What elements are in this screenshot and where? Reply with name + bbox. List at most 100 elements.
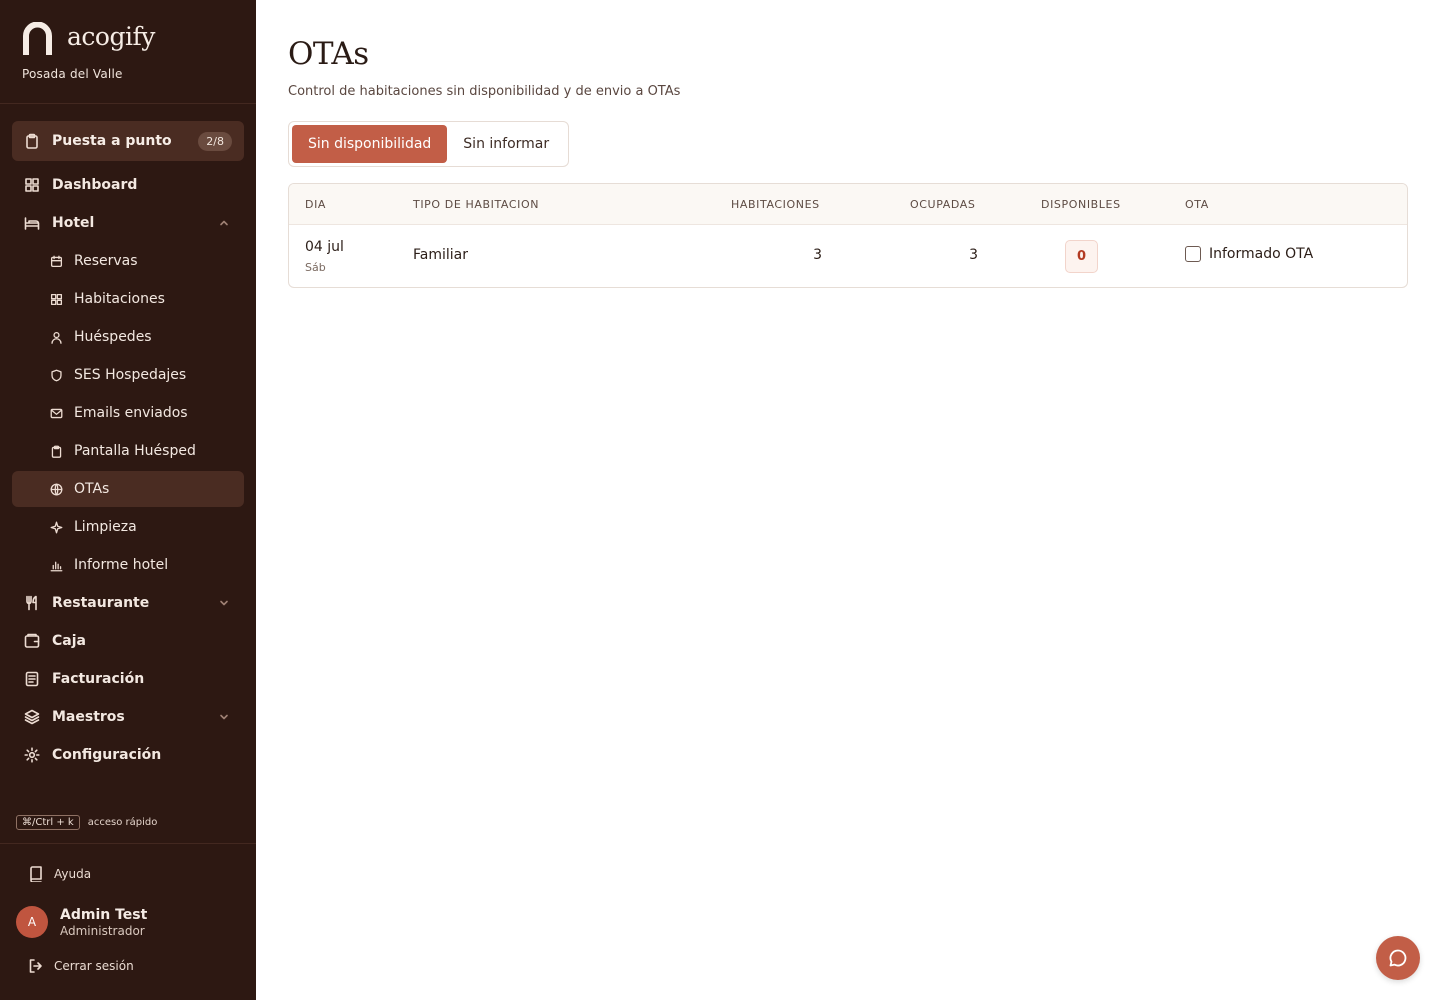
table-row: 04 jul Sáb Familiar 3 3 0 Informado OTA <box>289 225 1407 287</box>
nav-dashboard-label: Dashboard <box>52 177 138 193</box>
user-profile[interactable]: A Admin Test Administrador <box>16 906 147 938</box>
nav-configuracion-label: Configuración <box>52 747 162 763</box>
col-ota: OTA <box>1185 198 1209 211</box>
sidebar: acogify Posada del Valle Puesta a punto … <box>0 0 256 1000</box>
nav-facturacion[interactable]: Facturación <box>12 661 244 697</box>
tab-sin-disponibilidad[interactable]: Sin disponibilidad <box>292 125 448 163</box>
help-link[interactable]: Ayuda <box>28 866 91 882</box>
nav-huespedes[interactable]: Huéspedes <box>12 319 244 355</box>
nav-hotel-label: Hotel <box>52 215 95 231</box>
col-ocupadas: OCUPADAS <box>910 198 976 211</box>
setup-badge: 2/8 <box>198 131 232 151</box>
nav-otas-label: OTAs <box>74 481 110 497</box>
nav-otas[interactable]: OTAs <box>12 471 244 507</box>
chat-button[interactable] <box>1376 936 1420 980</box>
calendar-icon <box>48 253 64 269</box>
help-label: Ayuda <box>54 867 92 881</box>
chevron-down-icon[interactable] <box>216 709 232 725</box>
ota-informed-checkbox[interactable]: Informado OTA <box>1185 246 1313 262</box>
nav-configuracion[interactable]: Configuración <box>12 737 244 773</box>
user-name: Admin Test <box>60 906 148 923</box>
main-content: OTAs Control de habitaciones sin disponi… <box>288 36 1408 288</box>
col-habitaciones: HABITACIONES <box>731 198 820 211</box>
avatar: A <box>16 906 48 938</box>
nav-hotel[interactable]: Hotel <box>12 205 244 241</box>
row-day: 04 jul <box>305 239 344 255</box>
row-rooms: 3 <box>813 247 822 263</box>
chevron-down-icon[interactable] <box>216 595 232 611</box>
nav-emails-enviados[interactable]: Emails enviados <box>12 395 244 431</box>
shortcut-label: acceso rápido <box>87 817 158 828</box>
tab-sin-informar[interactable]: Sin informar <box>447 125 565 163</box>
main-nav: Puesta a punto 2/8 Dashboard Hotel Reser… <box>12 121 244 775</box>
nav-reservas[interactable]: Reservas <box>12 243 244 279</box>
logo[interactable]: acogify <box>22 22 256 55</box>
mail-icon <box>48 405 64 421</box>
row-weekday: Sáb <box>305 261 326 274</box>
nav-informe-hotel[interactable]: Informe hotel <box>12 547 244 583</box>
nav-maestros-label: Maestros <box>52 709 125 725</box>
col-disponibles: DISPONIBLES <box>1041 198 1121 211</box>
logo-mark-icon <box>23 22 52 55</box>
logout-button[interactable]: Cerrar sesión <box>28 958 134 974</box>
page-subtitle: Control de habitaciones sin disponibilid… <box>288 84 681 99</box>
brand-name: acogify <box>67 22 155 51</box>
nav-ses-label: SES Hospedajes <box>74 367 187 383</box>
col-tipo-habitacion: TIPO DE HABITACION <box>413 198 540 211</box>
nav-limpieza-label: Limpieza <box>74 519 137 535</box>
setup-progress-button[interactable]: Puesta a punto 2/8 <box>12 121 244 161</box>
nav-informe-label: Informe hotel <box>74 557 169 573</box>
tab-group: Sin disponibilidad Sin informar <box>288 121 570 167</box>
checkbox-box[interactable] <box>1185 246 1201 262</box>
ota-informed-label: Informado OTA <box>1209 246 1314 262</box>
user-role: Administrador <box>60 923 145 938</box>
brand: acogify Posada del Valle <box>0 0 256 104</box>
nav-maestros[interactable]: Maestros <box>12 699 244 735</box>
nav-reservas-label: Reservas <box>74 253 138 269</box>
nav-emails-label: Emails enviados <box>74 405 188 421</box>
chat-bubble-icon <box>1389 949 1407 967</box>
row-room-type: Familiar <box>413 247 468 263</box>
hotel-name: Posada del Valle <box>22 67 123 81</box>
grid-icon <box>24 177 40 193</box>
sparkle-icon <box>48 519 64 535</box>
globe-icon <box>48 481 64 497</box>
logout-icon <box>28 958 44 974</box>
chevron-up-icon[interactable] <box>216 215 232 231</box>
nav-ses-hospedajes[interactable]: SES Hospedajes <box>12 357 244 393</box>
nav-caja[interactable]: Caja <box>12 623 244 659</box>
bed-icon <box>24 215 40 231</box>
ota-table: DIA TIPO DE HABITACION HABITACIONES OCUP… <box>288 183 1408 288</box>
nav-caja-label: Caja <box>52 633 86 649</box>
nav-pantalla-label: Pantalla Huésped <box>74 443 196 459</box>
nav-limpieza[interactable]: Limpieza <box>12 509 244 545</box>
clipboard-icon <box>24 133 40 149</box>
layers-icon <box>24 709 40 725</box>
clipboard-icon <box>48 443 64 459</box>
book-icon <box>28 866 44 882</box>
nav-huespedes-label: Huéspedes <box>74 329 152 345</box>
shield-icon <box>48 367 64 383</box>
logout-label: Cerrar sesión <box>54 959 134 973</box>
row-available-badge: 0 <box>1065 240 1098 273</box>
shortcut-key: ⌘/Ctrl + k <box>16 815 80 830</box>
quick-access-hint[interactable]: ⌘/Ctrl + k acceso rápido <box>16 815 157 830</box>
table-header: DIA TIPO DE HABITACION HABITACIONES OCUP… <box>289 184 1407 225</box>
utensils-icon <box>24 595 40 611</box>
sidebar-divider <box>0 843 256 844</box>
receipt-icon <box>24 671 40 687</box>
bar-chart-icon <box>48 557 64 573</box>
grid-icon <box>48 291 64 307</box>
nav-habitaciones-label: Habitaciones <box>74 291 165 307</box>
nav-pantalla-huesped[interactable]: Pantalla Huésped <box>12 433 244 469</box>
nav-habitaciones[interactable]: Habitaciones <box>12 281 244 317</box>
user-icon <box>48 329 64 345</box>
nav-dashboard[interactable]: Dashboard <box>12 167 244 203</box>
setup-label: Puesta a punto <box>52 133 172 149</box>
gear-icon <box>24 747 40 763</box>
page-title: OTAs <box>288 36 369 72</box>
nav-restaurante-label: Restaurante <box>52 595 150 611</box>
col-dia: DIA <box>305 198 327 211</box>
nav-restaurante[interactable]: Restaurante <box>12 585 244 621</box>
wallet-icon <box>24 633 40 649</box>
